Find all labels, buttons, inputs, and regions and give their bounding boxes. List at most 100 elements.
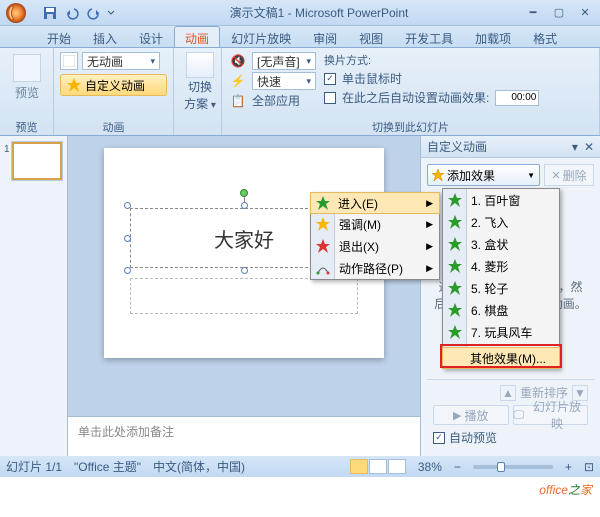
preview-icon [13, 54, 41, 82]
effect-diamond[interactable]: 4. 菱形 [443, 255, 559, 277]
effect-icon [447, 258, 463, 274]
tab-format[interactable]: 格式 [522, 26, 568, 47]
group-transition: 🔇[无声音]▾ ⚡快速▾ 📋全部应用 换片方式: ✓单击鼠标时 在此之后自动设置… [222, 48, 600, 135]
tab-review[interactable]: 审阅 [302, 26, 348, 47]
group-preview: 预览 预览 [0, 48, 54, 135]
undo-button[interactable] [62, 4, 82, 22]
speed-icon: ⚡ [230, 73, 246, 89]
effect-checker[interactable]: 6. 棋盘 [443, 299, 559, 321]
animation-dropdown[interactable]: 无动画▾ [82, 52, 160, 70]
group-label: 预览 [0, 119, 53, 135]
tab-animation[interactable]: 动画 [174, 26, 220, 47]
office-button[interactable] [2, 1, 36, 25]
remove-button: ✕ 删除 [544, 164, 594, 186]
group-switch: 切换 方案 ▾ [174, 48, 222, 135]
fit-button[interactable]: ⊡ [584, 460, 594, 474]
thumb-number: 1 [4, 142, 10, 180]
redo-button[interactable] [84, 4, 104, 22]
slideshow-view-button[interactable] [388, 459, 406, 474]
tab-view[interactable]: 视图 [348, 26, 394, 47]
tab-insert[interactable]: 插入 [82, 26, 128, 47]
time-input[interactable] [495, 90, 539, 106]
slideshow-button[interactable]: 🖵 幻灯片放映 [513, 405, 589, 425]
red-star-icon [315, 238, 331, 254]
pane-dropdown[interactable]: ▾ [572, 140, 578, 154]
menu-entrance[interactable]: 进入(E)▶ [310, 192, 440, 214]
effect-icon [447, 280, 463, 296]
sound-icon: 🔇 [230, 53, 246, 69]
menu-exit[interactable]: 退出(X)▶ [311, 235, 439, 257]
zoom-value[interactable]: 38% [418, 460, 442, 474]
maximize-button[interactable]: ▢ [548, 5, 570, 21]
apply-all-button[interactable]: 全部应用 [252, 92, 300, 109]
save-button[interactable] [40, 4, 60, 22]
effect-wheel[interactable]: 5. 轮子 [443, 277, 559, 299]
ribbon: 预览 预览 无动画▾ 自定义动画 动画 切换 方案 ▾ 🔇 [无声音]▾ ⚡ 快速▾… [0, 48, 600, 136]
transition-scheme-button[interactable]: 切换 方案 ▾ [176, 50, 224, 112]
path-icon [315, 260, 331, 276]
canvas-area: 大家好 单击此处添加备注 [68, 136, 420, 456]
qat-dropdown[interactable] [106, 4, 116, 22]
tab-home[interactable]: 开始 [36, 26, 82, 47]
speed-dropdown[interactable]: 快速▾ [252, 72, 316, 90]
pane-header: 自定义动画 ▾ ✕ [421, 136, 600, 158]
rotate-handle[interactable] [240, 189, 248, 197]
notes-pane[interactable]: 单击此处添加备注 [68, 416, 420, 456]
theme-indicator: "Office 主题" [74, 458, 141, 475]
play-button: ▶ 播放 [433, 405, 509, 425]
advance-heading: 换片方式: [324, 52, 539, 68]
green-star-icon [315, 195, 331, 211]
effect-icon [447, 214, 463, 230]
zoom-slider[interactable] [473, 465, 553, 469]
window-controls: ━ ▢ ✕ [522, 5, 596, 21]
group-label: 切换到此幻灯片 [222, 119, 599, 135]
group-animation: 无动画▾ 自定义动画 动画 [54, 48, 174, 135]
move-up-button: ▲ [500, 385, 516, 401]
tab-slideshow[interactable]: 幻灯片放映 [220, 26, 302, 47]
minimize-button[interactable]: ━ [522, 5, 544, 21]
effect-box[interactable]: 3. 盒状 [443, 233, 559, 255]
entrance-submenu: 1. 百叶窗 2. 飞入 3. 盒状 4. 菱形 5. 轮子 6. 棋盘 7. … [442, 188, 560, 369]
auto-preview-checkbox[interactable]: ✓ [433, 432, 445, 444]
tab-design[interactable]: 设计 [128, 26, 174, 47]
ribbon-tabs: 开始 插入 设计 动画 幻灯片放映 审阅 视图 开发工具 加载项 格式 [0, 26, 600, 48]
menu-emphasis[interactable]: 强调(M)▶ [311, 213, 439, 235]
quick-access-toolbar [40, 4, 116, 22]
close-button[interactable]: ✕ [574, 5, 596, 21]
menu-motion-path[interactable]: 动作路径(P)▶ [311, 257, 439, 279]
effect-icon [447, 324, 463, 340]
custom-animation-button[interactable]: 自定义动画 [60, 74, 167, 96]
window-title: 演示文稿1 - Microsoft PowerPoint [116, 4, 522, 21]
preview-button[interactable]: 预览 [6, 50, 48, 101]
tab-addins[interactable]: 加载项 [464, 26, 522, 47]
anim-thumb[interactable] [60, 52, 78, 70]
subtitle-placeholder[interactable] [130, 278, 358, 314]
apply-icon: 📋 [230, 93, 246, 109]
zoom-out-button[interactable]: − [454, 460, 461, 474]
on-click-checkbox[interactable]: ✓ [324, 73, 336, 85]
effect-icon [447, 302, 463, 318]
watermark: office之家 [539, 481, 592, 499]
slide-thumbnail[interactable] [12, 142, 62, 180]
group-label: 动画 [54, 119, 173, 135]
titlebar: 演示文稿1 - Microsoft PowerPoint ━ ▢ ✕ [0, 0, 600, 26]
effect-blinds[interactable]: 1. 百叶窗 [443, 189, 559, 211]
zoom-in-button[interactable]: + [565, 460, 572, 474]
yellow-star-icon [315, 216, 331, 232]
normal-view-button[interactable] [350, 459, 368, 474]
sorter-view-button[interactable] [369, 459, 387, 474]
tab-developer[interactable]: 开发工具 [394, 26, 464, 47]
language-indicator[interactable]: 中文(简体，中国) [153, 458, 245, 475]
slide-indicator: 幻灯片 1/1 [6, 458, 62, 475]
more-effects[interactable]: 其他效果(M)... [442, 347, 560, 369]
effect-icon [447, 236, 463, 252]
auto-after-checkbox[interactable] [324, 92, 336, 104]
close-icon[interactable]: ✕ [584, 140, 594, 154]
sound-dropdown[interactable]: [无声音]▾ [252, 52, 316, 70]
switch-icon [186, 52, 214, 78]
add-effect-button[interactable]: 添加效果▼ [427, 164, 540, 186]
effect-pinwheel[interactable]: 7. 玩具风车 [443, 321, 559, 343]
view-buttons [350, 459, 406, 474]
effect-flyin[interactable]: 2. 飞入 [443, 211, 559, 233]
statusbar: 幻灯片 1/1 "Office 主题" 中文(简体，中国) 38% − + ⊡ [0, 456, 600, 477]
